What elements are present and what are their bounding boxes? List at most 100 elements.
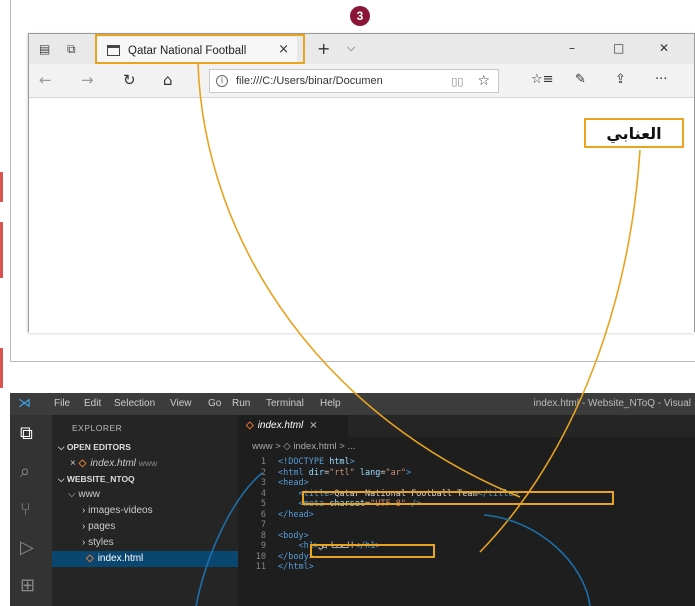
source-control-icon[interactable]: ⑂ — [20, 499, 31, 520]
code-token: <html — [278, 467, 309, 478]
html-file-icon: ◇ — [246, 420, 254, 431]
line-number: 11 — [255, 562, 266, 572]
vscode-window-title: index.html - Website_NToQ - Visual — [533, 398, 691, 409]
address-url: file:///C:/Users/binar/Documen — [236, 75, 383, 87]
maximize-button[interactable]: □ — [613, 41, 624, 55]
menu-run[interactable]: Run — [232, 398, 250, 409]
folder-images-videos[interactable]: › images-videos — [52, 503, 238, 519]
close-icon[interactable]: × — [309, 420, 317, 431]
refresh-icon[interactable]: ↻ — [123, 71, 136, 89]
explorer-sidebar: EXPLORER ⌵ OPEN EDITORS × ◇ index.html ww… — [52, 415, 238, 606]
code-line[interactable]: 7 — [238, 520, 695, 531]
code-line[interactable]: 10 </body> — [238, 552, 695, 563]
code-token: <head> — [278, 478, 309, 488]
line-number: 10 — [255, 551, 266, 562]
search-icon[interactable]: ⌕ — [20, 461, 30, 482]
menu-selection[interactable]: Selection — [114, 398, 155, 409]
tab-title-highlight — [95, 34, 305, 64]
code-token: <body> — [278, 530, 309, 541]
home-icon[interactable]: ⌂ — [163, 71, 173, 89]
open-editors-section[interactable]: ⌵ OPEN EDITORS — [52, 439, 238, 455]
title-line-highlight — [302, 491, 614, 505]
explorer-icon[interactable]: ⧉ — [20, 423, 33, 444]
code-line[interactable]: 8 <body> — [238, 531, 695, 542]
code-line[interactable]: 9 <h1>العنابي</h1> — [238, 541, 695, 552]
code-token: html — [329, 457, 350, 467]
tab-list-icon[interactable]: ⌵ — [347, 41, 355, 55]
line-number: 5 — [260, 499, 266, 509]
code-line[interactable]: 2 <html dir="rtl" lang="ar"> — [238, 468, 695, 479]
h1-line-highlight — [310, 544, 435, 558]
code-token: <!DOCTYPE — [278, 457, 330, 467]
address-bar[interactable]: i file:///C:/Users/binar/Documen ▯▯ ☆ — [209, 69, 499, 93]
code-token: </head> — [278, 509, 314, 520]
open-file-folder: www — [138, 458, 158, 468]
info-icon[interactable]: i — [216, 75, 228, 87]
line-number: 1 — [260, 457, 266, 467]
chevron-down-icon: ⌵ — [58, 442, 67, 452]
page-heading: العنابي — [584, 118, 684, 148]
editor-tab-index[interactable]: ◇ index.html × — [238, 415, 348, 437]
code-token: </html> — [278, 562, 314, 572]
code-token: </body> — [278, 551, 314, 562]
code-token: dir — [308, 467, 325, 478]
favorite-star-icon[interactable]: ☆ — [477, 73, 490, 89]
minimize-button[interactable]: – — [569, 41, 575, 55]
edge-marker — [0, 348, 3, 388]
more-icon[interactable]: ··· — [655, 72, 667, 87]
code-token: lang — [359, 467, 381, 478]
edge-marker — [0, 222, 3, 278]
code-line[interactable]: 11 </html> — [238, 562, 695, 573]
editor-tab-strip: ◇ index.html × — [238, 415, 695, 437]
folder-styles[interactable]: › styles — [52, 535, 238, 551]
menu-edit[interactable]: Edit — [84, 398, 101, 409]
code-token: > — [349, 457, 355, 467]
pen-icon[interactable]: ✎ — [575, 72, 586, 87]
code-line[interactable]: 6 </head> — [238, 510, 695, 521]
file-index-html[interactable]: ◇ index.html — [52, 551, 238, 567]
code-token: "ar" — [385, 467, 407, 478]
code-token: > — [406, 467, 412, 478]
line-number: 7 — [260, 520, 266, 530]
menu-go[interactable]: Go — [208, 398, 221, 409]
tab-actions-icon[interactable]: ▤ — [39, 42, 50, 56]
new-tab-button[interactable]: + — [317, 39, 330, 58]
menu-file[interactable]: File — [54, 398, 70, 409]
vscode-titlebar: ⋊ File Edit Selection View Go Run Termin… — [10, 393, 695, 415]
run-debug-icon[interactable]: ▷ — [20, 537, 34, 558]
favorites-icon[interactable]: ☆≡ — [531, 72, 554, 87]
line-number: 6 — [260, 509, 266, 520]
line-number: 9 — [260, 541, 266, 551]
menu-help[interactable]: Help — [320, 398, 341, 409]
extensions-icon[interactable]: ⊞ — [20, 575, 35, 596]
code-line[interactable]: 1 <!DOCTYPE html> — [238, 457, 695, 468]
code-area[interactable]: 1 <!DOCTYPE html> 2 <html dir="rtl" lang="a… — [238, 457, 695, 573]
browser-viewport: العنابي — [29, 99, 694, 333]
reading-view-icon[interactable]: ▯▯ — [451, 75, 463, 88]
folder-www[interactable]: ⌵ www — [52, 487, 238, 503]
share-icon[interactable]: ⇪ — [615, 72, 626, 87]
menu-view[interactable]: View — [170, 398, 192, 409]
code-line[interactable]: 3 <head> — [238, 478, 695, 489]
open-editor-item[interactable]: × ◇ index.html www — [52, 455, 238, 471]
code-editor[interactable]: ◇ index.html × www > ◇ index.html > ... 1 <… — [238, 415, 695, 606]
vscode-window: ⋊ File Edit Selection View Go Run Termin… — [10, 393, 695, 606]
folder-pages[interactable]: › pages — [52, 519, 238, 535]
tab-preview-icon[interactable]: ⧉ — [67, 42, 76, 57]
line-number: 8 — [260, 530, 266, 541]
back-icon[interactable]: ← — [39, 71, 52, 89]
chevron-down-icon: ⌵ — [58, 474, 67, 484]
close-icon[interactable]: × — [70, 458, 79, 469]
line-number: 2 — [260, 467, 266, 478]
workspace-section[interactable]: ⌵ WEBSITE_NTOQ — [52, 471, 238, 487]
menu-terminal[interactable]: Terminal — [266, 398, 304, 409]
html-file-icon: ◇ — [78, 458, 87, 469]
html-file-icon: ◇ — [86, 553, 94, 564]
close-window-button[interactable]: ✕ — [659, 41, 669, 55]
forward-icon[interactable]: → — [81, 71, 94, 89]
breadcrumb[interactable]: www > ◇ index.html > ... — [252, 441, 355, 452]
line-number: 3 — [260, 478, 266, 488]
browser-navbar: ← → ↻ ⌂ i file:///C:/Users/binar/Documen… — [29, 64, 694, 98]
